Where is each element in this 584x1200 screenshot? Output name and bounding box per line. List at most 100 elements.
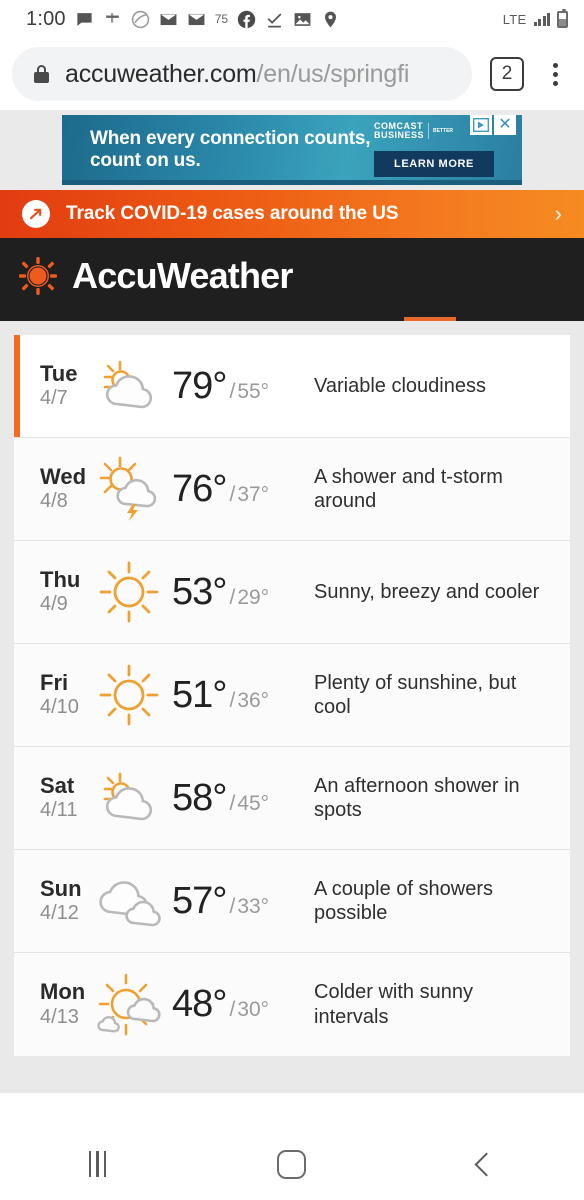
url-input[interactable]: accuweather.com/en/us/springfi (12, 47, 472, 101)
network-type-label: LTE (502, 11, 527, 27)
ad-headline-line1: When every connection counts, (90, 128, 371, 150)
battery-icon (557, 8, 568, 28)
high-temp: 76° (172, 467, 227, 510)
facebook-icon (237, 10, 256, 29)
location-pin-icon (321, 10, 340, 29)
temp-separator: / (229, 791, 236, 815)
cloudy-icon (86, 872, 172, 930)
forecast-description: Plenty of sunshine, but cool (314, 671, 517, 718)
low-temp: 30° (237, 998, 270, 1021)
top-ad-container: When every connection counts, count on u… (0, 110, 584, 190)
flag-icon (103, 10, 122, 29)
table-row[interactable]: Sat 4/11 58° / 45° An afternoon shower i… (14, 747, 570, 850)
day-name: Sun (40, 875, 82, 901)
url-host: accuweather.com (65, 59, 257, 88)
ad-brand-line2: BUSINESS (374, 130, 425, 141)
high-temp: 53° (172, 570, 227, 613)
table-row[interactable]: Sun 4/12 57° / 33° A couple of showers p… (14, 850, 570, 953)
forecast-description: Colder with sunny intervals (314, 981, 473, 1028)
comcast-business-ad[interactable]: When every connection counts, count on u… (62, 115, 522, 185)
chevron-right-icon[interactable]: › (555, 201, 562, 227)
ad-learn-more-button[interactable]: LEARN MORE (374, 151, 494, 177)
sun-cloud-thunderstorm-icon (86, 456, 172, 522)
table-row[interactable]: Wed 4/8 76° / 37° A shower and t-storm a… (14, 438, 570, 541)
partly-cloudy-icon (86, 357, 172, 415)
ad-brand-lockup: COMCAST BUSINESS BETTER (374, 121, 453, 141)
covid-arrow-icon (22, 200, 50, 228)
day-date: 4/9 (40, 593, 68, 616)
temperature-cell: 51° / 36° (172, 674, 300, 717)
lock-icon (34, 65, 49, 83)
image-icon (293, 10, 312, 29)
envelope-icon (187, 10, 206, 29)
temp-separator: / (229, 482, 236, 506)
low-temp: 29° (237, 585, 270, 609)
table-row[interactable]: Tue 4/7 79° / 55° Variable cloudiness (14, 335, 570, 438)
ad-headline: When every connection counts, count on u… (90, 128, 371, 172)
back-chevron-icon (474, 1151, 499, 1177)
site-header: AccuWeather (0, 238, 584, 313)
forecast-day-cell: Tue 4/7 (14, 361, 86, 411)
adchoices-icon[interactable] (470, 115, 492, 135)
high-temp: 57° (172, 879, 227, 922)
ad-headline-line2: count on us. (90, 150, 201, 171)
forecast-day-cell: Sun 4/12 (14, 876, 86, 926)
sunny-icon (86, 662, 172, 728)
envelope-icon (159, 10, 178, 29)
day-name: Wed (40, 463, 87, 489)
sunny-icon (86, 559, 172, 625)
day-date: 4/10 (40, 696, 79, 719)
recents-icon (88, 1151, 107, 1177)
url-text: accuweather.com/en/us/springfi (65, 60, 409, 89)
high-temp: 48° (172, 983, 227, 1025)
signal-bars-icon (533, 12, 550, 26)
status-bar-left: 1:00 75 (26, 8, 340, 31)
forecast-description: An afternoon shower in spots (314, 774, 520, 821)
back-button[interactable] (442, 1128, 532, 1200)
forecast-day-cell: Sat 4/11 (14, 773, 86, 823)
forecast-description: A shower and t-storm around (314, 465, 503, 512)
day-name: Tue (40, 360, 78, 386)
table-row[interactable]: Thu 4/9 53° / 29° Sunny, breezy and cool… (14, 541, 570, 644)
home-button[interactable] (247, 1128, 337, 1200)
forecast-description: A couple of showers possible (314, 877, 493, 924)
forecast-description: Sunny, breezy and cooler (314, 580, 540, 603)
temperature-cell: 76° / 37° (172, 468, 300, 511)
android-nav-bar (0, 1128, 584, 1200)
temp-separator: / (229, 379, 236, 403)
active-tab-underline (404, 317, 456, 321)
kebab-menu-icon[interactable] (538, 57, 572, 91)
temperature-cell: 53° / 29° (172, 571, 300, 614)
day-name: Sat (40, 772, 75, 798)
day-name: Thu (40, 566, 81, 592)
temp-separator: / (229, 585, 236, 609)
status-bar-right: LTE (503, 0, 568, 38)
accuweather-sun-logo[interactable] (18, 256, 58, 296)
day-date: 4/13 (40, 1005, 79, 1028)
ad-close-icon[interactable]: ✕ (494, 115, 516, 135)
forecast-description: Variable cloudiness (314, 374, 486, 397)
tab-indicator-row (0, 313, 584, 321)
table-row[interactable]: Mon 4/13 48° / 30° Colder with sunny int… (14, 953, 570, 1056)
chat-bubble-icon (75, 10, 94, 29)
day-date: 4/7 (40, 387, 68, 410)
table-row[interactable]: Fri 4/10 51° / 36° Plenty of sunshine, b… (14, 644, 570, 747)
forecast-section: Tue 4/7 79° / 55° Variable cloudiness We… (0, 321, 584, 1093)
covid-banner[interactable]: Track COVID-19 cases around the US › (0, 190, 584, 238)
forecast-day-cell: Thu 4/9 (14, 567, 86, 617)
day-name: Fri (40, 669, 69, 695)
forecast-day-cell: Mon 4/13 (14, 979, 86, 1029)
low-temp: 55° (237, 379, 270, 403)
tab-counter-button[interactable]: 2 (490, 57, 524, 91)
taco-bell-icon (131, 10, 150, 29)
day-date: 4/11 (40, 799, 78, 822)
forecast-card: Tue 4/7 79° / 55° Variable cloudiness We… (14, 335, 570, 1056)
recents-button[interactable] (52, 1128, 142, 1200)
forecast-day-cell: Wed 4/8 (14, 464, 86, 514)
browser-toolbar: accuweather.com/en/us/springfi 2 (0, 38, 584, 110)
phone-screen: 1:00 75 LTE accuweather.com/en/us/spring… (0, 0, 584, 1200)
status-bar: 1:00 75 LTE (0, 0, 584, 38)
ad-brand-divider (428, 123, 430, 140)
site-title: AccuWeather (72, 254, 293, 296)
low-temp: 36° (237, 688, 270, 712)
